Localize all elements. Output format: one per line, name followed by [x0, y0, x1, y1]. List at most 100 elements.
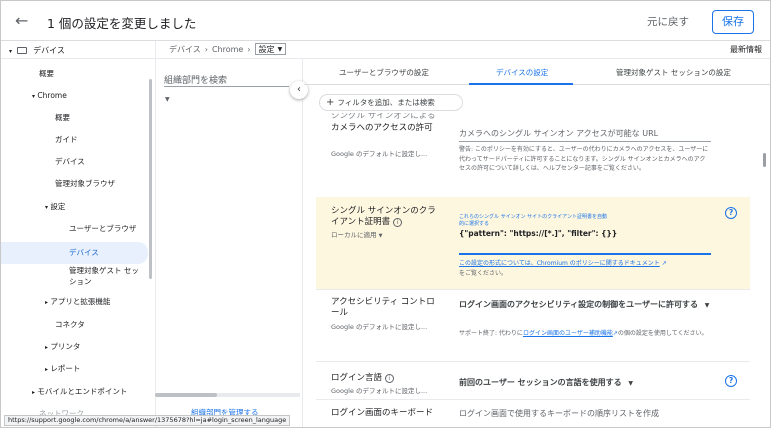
tab-managed-guest[interactable]: 管理対象ゲスト セッションの設定: [616, 67, 731, 78]
left-nav: ▾ デバイス 概要 ▾ Chrome 概要 ガイド デバイス 管理対象ブラウザ …: [1, 41, 156, 427]
setting-client-cert: シングル サインオンのクライアント証明書 i ローカルに適用 ▼ これらのシング…: [316, 197, 750, 289]
status-bar-url: https://support.google.com/chrome/a/answ…: [4, 415, 291, 426]
undo-button[interactable]: 元に戻す: [647, 14, 689, 29]
setting-camera-sso: シングル サインオンによる カメラへのアクセスの許可 Google のデフォルト…: [316, 113, 750, 197]
setting-cert-local[interactable]: ローカルに適用 ▼: [331, 229, 382, 239]
setting-accessibility: アクセシビリティ コントロール Google のデフォルトに設定し... ログイ…: [316, 289, 750, 361]
breadcrumb-chrome[interactable]: Chrome: [212, 45, 243, 54]
save-button[interactable]: 保存: [712, 10, 754, 34]
nav-mobile-label: モバイルとエンドポイント: [37, 387, 128, 396]
dropdown-arrow-icon: ▼: [378, 233, 383, 239]
collapse-caret-icon: ▾: [32, 93, 36, 100]
breadcrumb-settings-label: 設定: [258, 44, 275, 54]
nav-printers[interactable]: ▸ プリンタ: [45, 338, 80, 356]
external-link-icon: ↗: [661, 260, 667, 267]
login-a11y-link[interactable]: ログイン画面のユーザー補助機能: [523, 330, 613, 337]
nav-mobile-endpoints[interactable]: ▸ モバイルとエンドポイント: [32, 383, 127, 401]
nav-device-settings[interactable]: デバイス: [1, 242, 148, 264]
org-collapse-caret-icon[interactable]: ▼: [165, 96, 170, 103]
nav-apps-extensions[interactable]: ▸ アプリと拡張機能: [45, 293, 110, 311]
nav-chrome-overview[interactable]: 概要: [55, 109, 70, 127]
collapse-caret-icon: ▾: [45, 204, 49, 211]
nav-chrome-label: Chrome: [37, 91, 67, 100]
nav-users-browsers[interactable]: ユーザーとブラウザ: [69, 220, 136, 238]
nav-settings[interactable]: ▾ 設定: [45, 198, 65, 216]
nav-managed-guest[interactable]: 管理対象ゲスト セッ ション: [69, 265, 139, 289]
org-unit-panel: 組織部門を検索 ▼: [156, 59, 303, 427]
org-horizontal-scrollbar[interactable]: [155, 393, 300, 397]
breadcrumb: デバイス › Chrome › 設定 ▼: [169, 43, 287, 55]
setting-camera-value[interactable]: カメラへのシングル サインオン アクセスが可能な URL: [459, 128, 658, 139]
help-icon[interactable]: ?: [725, 375, 737, 387]
setting-camera-inherit: Google のデフォルトに設定し...: [331, 150, 428, 158]
setting-lang-value[interactable]: 前回のユーザー セッションの言語を使用する ▼: [459, 377, 633, 389]
setting-lang-name-label: ログイン言語: [331, 373, 383, 383]
help-icon[interactable]: ?: [725, 207, 737, 219]
nav-chrome[interactable]: ▾ Chrome: [32, 87, 67, 105]
setting-a11y-value[interactable]: ログイン画面のアクセシビリティ設定の制御をユーザーに許可する ▼: [459, 299, 714, 311]
setting-a11y-support: サポート終了: 代わりにログイン画面のユーザー補助機能↗の個の設定を使用してくだ…: [459, 329, 711, 339]
nav-overview[interactable]: 概要: [39, 65, 54, 83]
chromium-policy-doc-link[interactable]: この設定の形式については、Chromium のポリシーに関するドキュメント: [459, 260, 660, 267]
expand-caret-icon: ▸: [45, 299, 49, 306]
nav-guide[interactable]: ガイド: [55, 131, 78, 149]
info-icon[interactable]: i: [384, 374, 394, 383]
setting-lang-inherit: Google のデフォルトに設定し...: [331, 387, 428, 395]
nav-managed-browsers[interactable]: 管理対象ブラウザ: [55, 175, 115, 193]
setting-cert-underline: [459, 253, 711, 255]
org-scrollbar-thumb[interactable]: [155, 393, 217, 397]
setting-camera-warning: 警告: このポリシーを有効にすると、ユーザーの代わりにカメラへのアクセスを、ユー…: [459, 146, 709, 172]
back-arrow-icon[interactable]: ←: [15, 11, 28, 30]
setting-keyboard-name: ログイン画面のキーボード: [331, 408, 434, 418]
breadcrumb-settings-dropdown[interactable]: 設定 ▼: [254, 43, 287, 55]
expand-caret-icon: ▸: [45, 344, 49, 351]
nav-managed-guest-line1: 管理対象ゲスト セッ: [69, 266, 139, 275]
setting-lang-name: ログイン言語 i: [331, 373, 443, 384]
tab-users-browsers[interactable]: ユーザーとブラウザの設定: [339, 67, 429, 78]
nav-scrollbar[interactable]: [149, 79, 152, 279]
nav-reports-label: レポート: [50, 364, 81, 373]
dropdown-arrow-icon: ▼: [277, 45, 283, 53]
nav-connectors[interactable]: コネクタ: [55, 316, 85, 334]
setting-a11y-value-label: ログイン画面のアクセシビリティ設定の制御をユーザーに許可する: [459, 300, 698, 309]
setting-keyboard-value[interactable]: ログイン画面で使用するキーボードの順序リストを作成: [459, 408, 659, 419]
breadcrumb-chevron-icon: ›: [204, 44, 208, 54]
whats-new-link[interactable]: 最新情報: [730, 44, 762, 55]
org-search-input[interactable]: 組織部門を検索: [164, 73, 289, 87]
active-tab-indicator: [469, 83, 573, 85]
breadcrumb-devices[interactable]: デバイス: [169, 44, 201, 55]
filter-label: フィルタを追加、または検索: [337, 98, 435, 107]
setting-a11y-inherit: Google のデフォルトに設定し...: [331, 323, 428, 331]
setting-login-language: ログイン言語 i Google のデフォルトに設定し... 前回のユーザー セッ…: [316, 361, 750, 399]
setting-camera-name-partial: シングル サインオンによる: [331, 113, 436, 119]
nav-settings-label: 設定: [50, 202, 66, 211]
content-scrollbar-thumb[interactable]: [763, 153, 766, 167]
expand-caret-icon: ▸: [32, 389, 36, 396]
nav-apps-label: アプリと拡張機能: [50, 297, 111, 306]
breadcrumb-chevron-icon: ›: [247, 44, 251, 54]
info-icon[interactable]: i: [392, 218, 402, 227]
dropdown-arrow-icon: ▼: [628, 380, 634, 387]
devices-icon: [16, 47, 27, 54]
setting-cert-doc-suffix: をご覧ください。: [459, 269, 508, 277]
nav-devices[interactable]: ▾ デバイス: [9, 42, 65, 60]
add-icon: +: [326, 97, 335, 108]
setting-a11y-name: アクセシビリティ コントロール: [331, 297, 435, 318]
setting-a11y-support-suffix: の個の設定を使用してください。: [617, 330, 708, 337]
page-title: 1 個の設定を変更しました: [47, 16, 197, 31]
tab-device-settings[interactable]: デバイスの設定: [496, 67, 548, 78]
nav-chrome-devices[interactable]: デバイス: [55, 153, 85, 171]
nav-reports[interactable]: ▸ レポート: [45, 360, 80, 378]
nav-devices-label: デバイス: [33, 46, 65, 55]
collapse-caret-icon: ▾: [9, 48, 13, 55]
filter-chip[interactable]: + フィルタを追加、または検索: [319, 94, 463, 111]
setting-cert-value[interactable]: {"pattern": "https://[*.]", "filter": {}…: [459, 228, 617, 239]
setting-cert-local-label: ローカルに適用: [331, 231, 377, 239]
setting-a11y-support-prefix: サポート終了: 代わりに: [459, 330, 523, 337]
dropdown-arrow-icon: ▼: [704, 302, 710, 309]
settings-tabs: ユーザーとブラウザの設定 デバイスの設定 管理対象ゲスト セッションの設定: [304, 59, 770, 85]
setting-cert-name: シングル サインオンのクライアント証明書 i: [331, 206, 443, 228]
setting-cert-hint: これらのシングル サインオン サイトのクライアント証明書を自動的に選択する: [459, 214, 607, 227]
setting-cert-name-label: シングル サインオンのクライアント証明書: [331, 206, 436, 227]
nav-managed-guest-line2: ション: [69, 277, 92, 286]
